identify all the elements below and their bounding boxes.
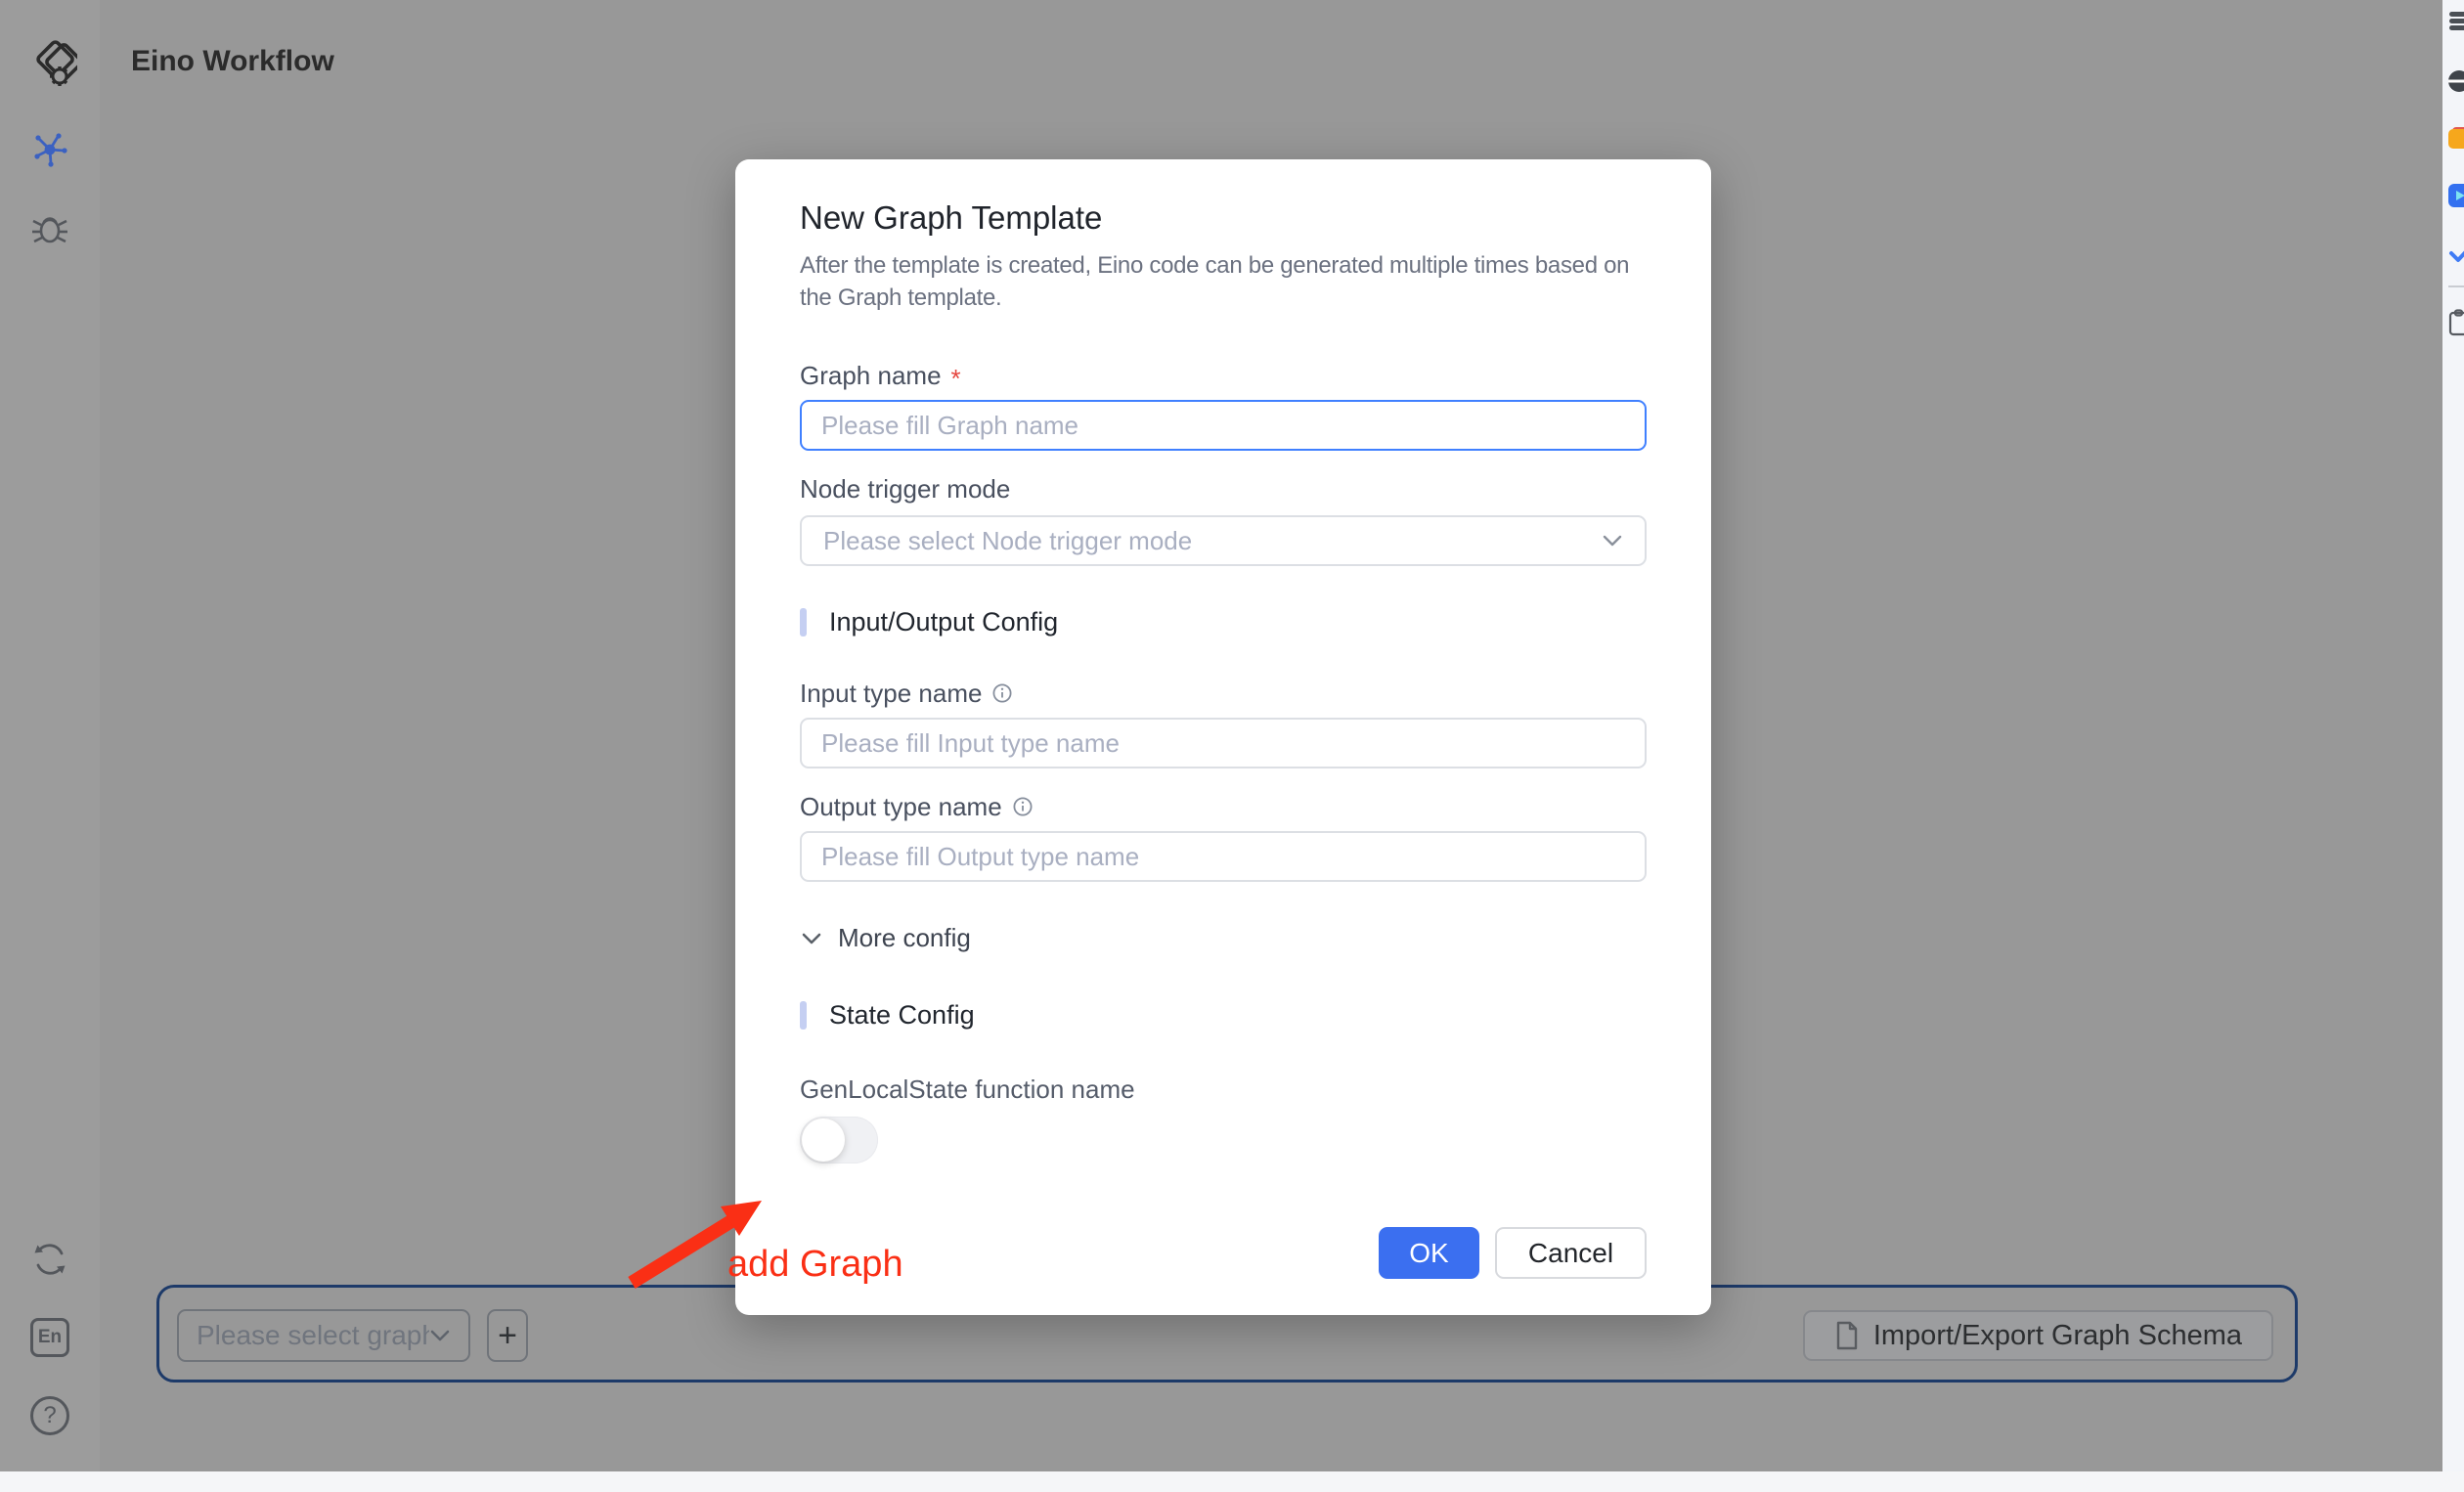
modal-description: After the template is created, Eino code… (800, 249, 1660, 314)
info-icon[interactable] (1012, 796, 1034, 817)
chevron-down-icon (800, 931, 823, 946)
gen-local-state-label: GenLocalState function name (800, 1075, 1647, 1104)
output-type-name-input[interactable] (800, 831, 1647, 882)
rail-bookmark-icon-coins[interactable] (2448, 10, 2464, 35)
graph-name-input[interactable] (800, 400, 1647, 451)
rail-bookmark-icon-check[interactable] (2448, 242, 2464, 264)
bug-icon (29, 207, 70, 248)
rail-bookmark-icon-circle[interactable] (2448, 70, 2464, 92)
required-asterisk: * (951, 364, 961, 393)
node-trigger-mode-placeholder: Please select Node trigger mode (823, 526, 1602, 556)
import-export-button[interactable]: Import/Export Graph Schema (1803, 1310, 2273, 1361)
rail-bookmark-icon-blue-app[interactable] (2448, 184, 2464, 207)
gen-local-state-label-text: GenLocalState function name (800, 1075, 1135, 1104)
page: Eino Workflow (0, 0, 2464, 1492)
more-config-label: More config (838, 923, 971, 953)
rail-bookmark-icon-orange[interactable] (2448, 129, 2464, 149)
right-rail (2442, 0, 2464, 1471)
io-config-section-header: Input/Output Config (800, 607, 1647, 637)
section-accent-bar (800, 1001, 807, 1030)
node-trigger-mode-label-text: Node trigger mode (800, 474, 1010, 504)
app-title: Eino Workflow (131, 45, 334, 78)
modal-title: New Graph Template (800, 198, 1647, 238)
workflow-graph-icon (29, 128, 70, 169)
modal-footer: OK Cancel (1379, 1227, 1647, 1279)
info-icon[interactable] (991, 682, 1013, 704)
gen-local-state-toggle[interactable] (800, 1117, 878, 1163)
new-graph-template-modal: New Graph Template After the template is… (735, 159, 1711, 1315)
section-accent-bar (800, 608, 807, 636)
sidebar-item-refresh[interactable] (28, 1238, 71, 1281)
add-graph-button[interactable]: + (487, 1309, 528, 1362)
state-config-section-header: State Config (800, 1000, 1647, 1031)
output-type-name-label-text: Output type name (800, 792, 1002, 821)
more-config-toggle[interactable]: More config (800, 923, 1647, 953)
rail-bookmark-icon-clipboard[interactable] (2448, 309, 2464, 336)
annotation-label: add Graph (727, 1244, 903, 1286)
import-export-label: Import/Export Graph Schema (1873, 1320, 2242, 1352)
chevron-down-icon (1602, 534, 1623, 548)
sidebar-item-language[interactable]: En (30, 1318, 69, 1357)
bottom-strip (0, 1471, 2464, 1492)
sidebar-item-debug[interactable] (28, 206, 71, 249)
node-trigger-mode-label: Node trigger mode (800, 474, 1647, 504)
graph-select[interactable]: Please select graph (177, 1309, 470, 1362)
chevron-down-icon (429, 1329, 451, 1342)
state-config-section-title: State Config (829, 1000, 975, 1031)
sidebar-item-workflow[interactable] (28, 127, 71, 170)
graph-name-label: Graph name * (800, 361, 1647, 390)
sidebar-item-help[interactable]: ? (30, 1396, 69, 1435)
app-logo-icon (24, 35, 77, 90)
graph-name-label-text: Graph name (800, 361, 942, 390)
refresh-icon (29, 1239, 70, 1280)
file-icon (1834, 1321, 1860, 1350)
cancel-button[interactable]: Cancel (1495, 1227, 1647, 1279)
rail-divider (2448, 285, 2464, 287)
input-type-name-label: Input type name (800, 679, 1647, 708)
ok-button[interactable]: OK (1379, 1227, 1479, 1279)
io-config-section-title: Input/Output Config (829, 607, 1058, 637)
input-type-name-input[interactable] (800, 718, 1647, 768)
graph-select-placeholder: Please select graph (197, 1320, 429, 1351)
toggle-knob (802, 1119, 845, 1162)
input-type-name-label-text: Input type name (800, 679, 982, 708)
node-trigger-mode-select[interactable]: Please select Node trigger mode (800, 515, 1647, 566)
output-type-name-label: Output type name (800, 792, 1647, 821)
